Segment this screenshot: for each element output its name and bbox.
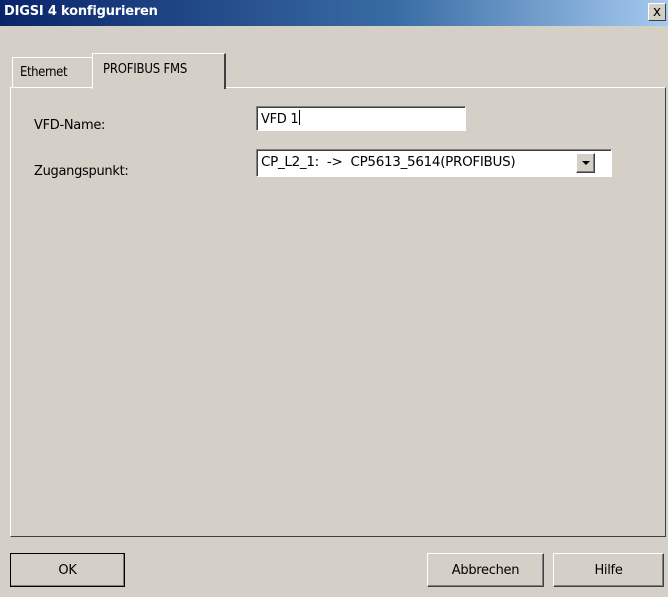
zugangspunkt-select[interactable]: CP_L2_1: -> CP5613_5614(PROFIBUS) (256, 149, 612, 177)
tab-ethernet[interactable]: Ethernet (12, 57, 94, 87)
chevron-down-icon (581, 161, 590, 165)
tab-profibus-fms-label: PROFIBUS FMS (103, 62, 188, 77)
close-icon: x (652, 4, 662, 20)
configure-dialog: DIGSI 4 konfigurieren x Ethernet PROFIBU… (0, 0, 668, 597)
help-button[interactable]: Hilfe (553, 553, 664, 587)
zugangspunkt-dropdown-button[interactable] (576, 153, 595, 173)
tab-profibus-fms[interactable]: PROFIBUS FMS (92, 53, 226, 89)
window-title: DIGSI 4 konfigurieren (4, 4, 158, 19)
tab-ethernet-label: Ethernet (20, 65, 68, 80)
vfd-name-input[interactable]: VFD 1 (256, 106, 466, 131)
zugangspunkt-label: Zugangspunkt: (34, 164, 129, 179)
ok-button[interactable]: OK (10, 553, 125, 587)
close-button[interactable]: x (648, 3, 666, 21)
title-bar[interactable]: DIGSI 4 konfigurieren x (0, 0, 668, 26)
zugangspunkt-value: CP_L2_1: -> CP5613_5614(PROFIBUS) (261, 154, 516, 170)
vfd-name-label: VFD-Name: (34, 118, 106, 133)
cancel-button[interactable]: Abbrechen (427, 553, 544, 587)
text-caret (299, 110, 301, 125)
vfd-name-value: VFD 1 (261, 112, 299, 127)
